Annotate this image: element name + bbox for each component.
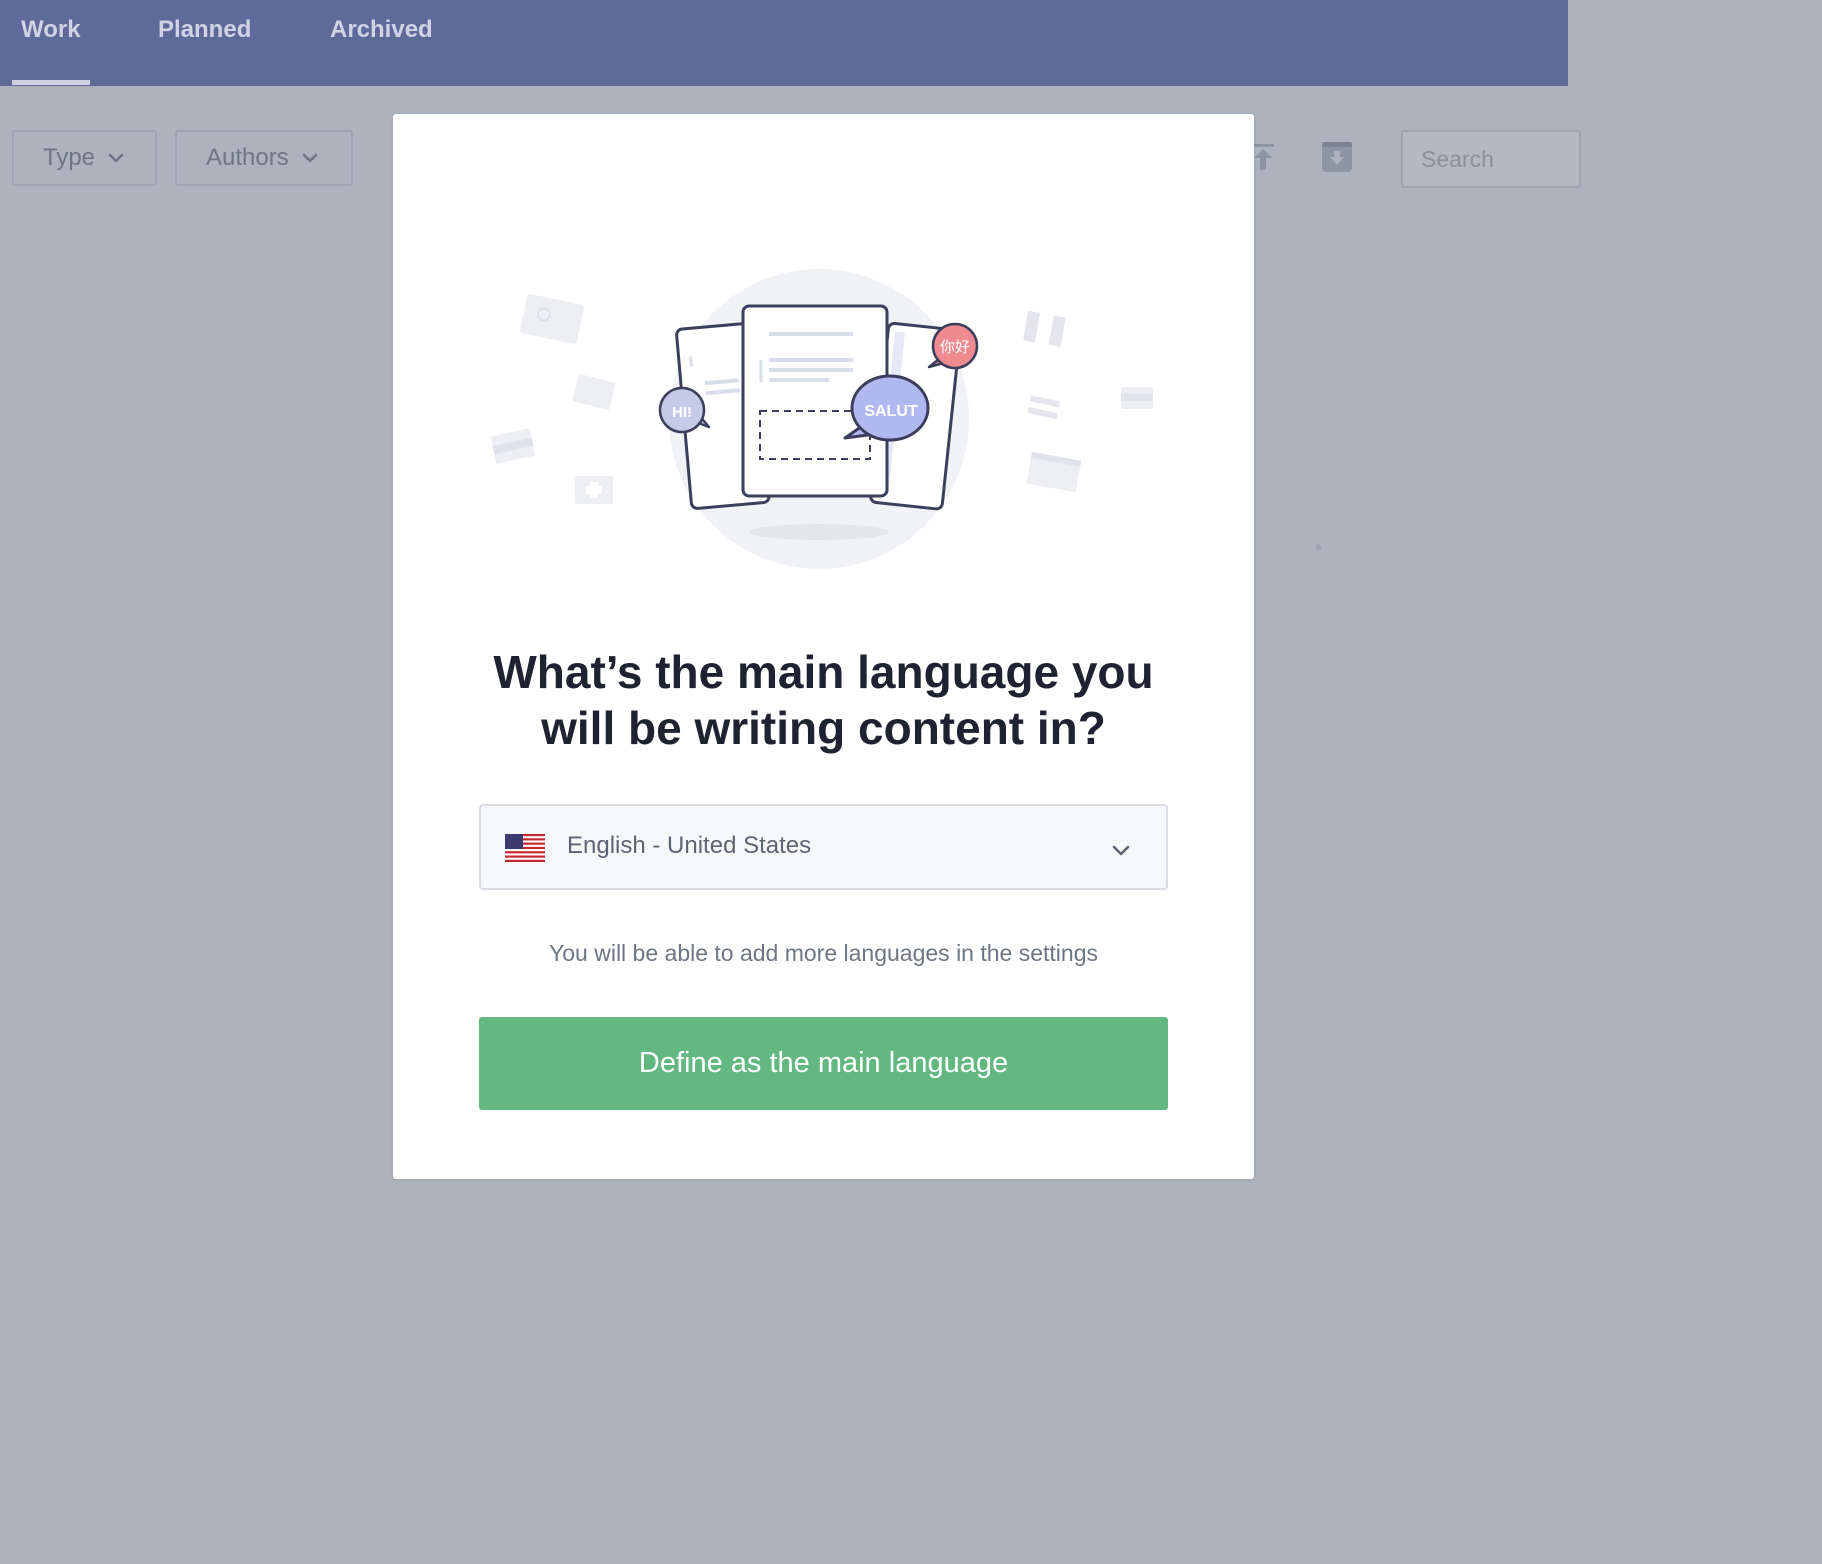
- language-modal: HI! SALUT 你好 What’s the main language yo…: [393, 114, 1254, 1179]
- bubble-hi: HI!: [672, 404, 692, 421]
- bubble-salut: SALUT: [864, 403, 918, 420]
- tab-archived[interactable]: Archived: [330, 16, 433, 44]
- us-flag-icon: [505, 834, 545, 862]
- active-tab-indicator: [12, 80, 90, 85]
- bubble-nihao: 你好: [940, 338, 970, 356]
- languages-illustration: HI! SALUT 你好: [490, 269, 1153, 569]
- top-nav: Work Planned Archived: [0, 0, 1568, 86]
- language-select[interactable]: English - United States: [479, 804, 1168, 890]
- type-filter-label: Type: [43, 144, 96, 171]
- modal-title-line-2: will be writing content in?: [541, 702, 1106, 754]
- define-main-language-button[interactable]: Define as the main language: [479, 1017, 1168, 1110]
- authors-filter-label: Authors: [206, 144, 289, 171]
- authors-filter-button[interactable]: Authors: [175, 130, 353, 186]
- search-input[interactable]: Search: [1401, 130, 1581, 188]
- search-placeholder: Search: [1421, 145, 1494, 172]
- language-select-value: English - United States: [567, 832, 812, 859]
- modal-title-line-1: What’s the main language you: [493, 646, 1154, 698]
- tab-planned[interactable]: Planned: [158, 16, 251, 44]
- chevron-down-icon: [108, 153, 124, 163]
- type-filter-button[interactable]: Type: [12, 130, 157, 186]
- settings-hint: You will be able to add more languages i…: [549, 940, 1098, 966]
- sparkle-dot-icon: [1315, 544, 1322, 551]
- chevron-down-icon: [302, 153, 318, 163]
- modal-title: What’s the main language you will be wri…: [453, 644, 1194, 756]
- tab-work[interactable]: Work: [21, 16, 81, 44]
- chevron-down-icon: [1112, 845, 1130, 856]
- archive-download-icon[interactable]: [1321, 141, 1353, 173]
